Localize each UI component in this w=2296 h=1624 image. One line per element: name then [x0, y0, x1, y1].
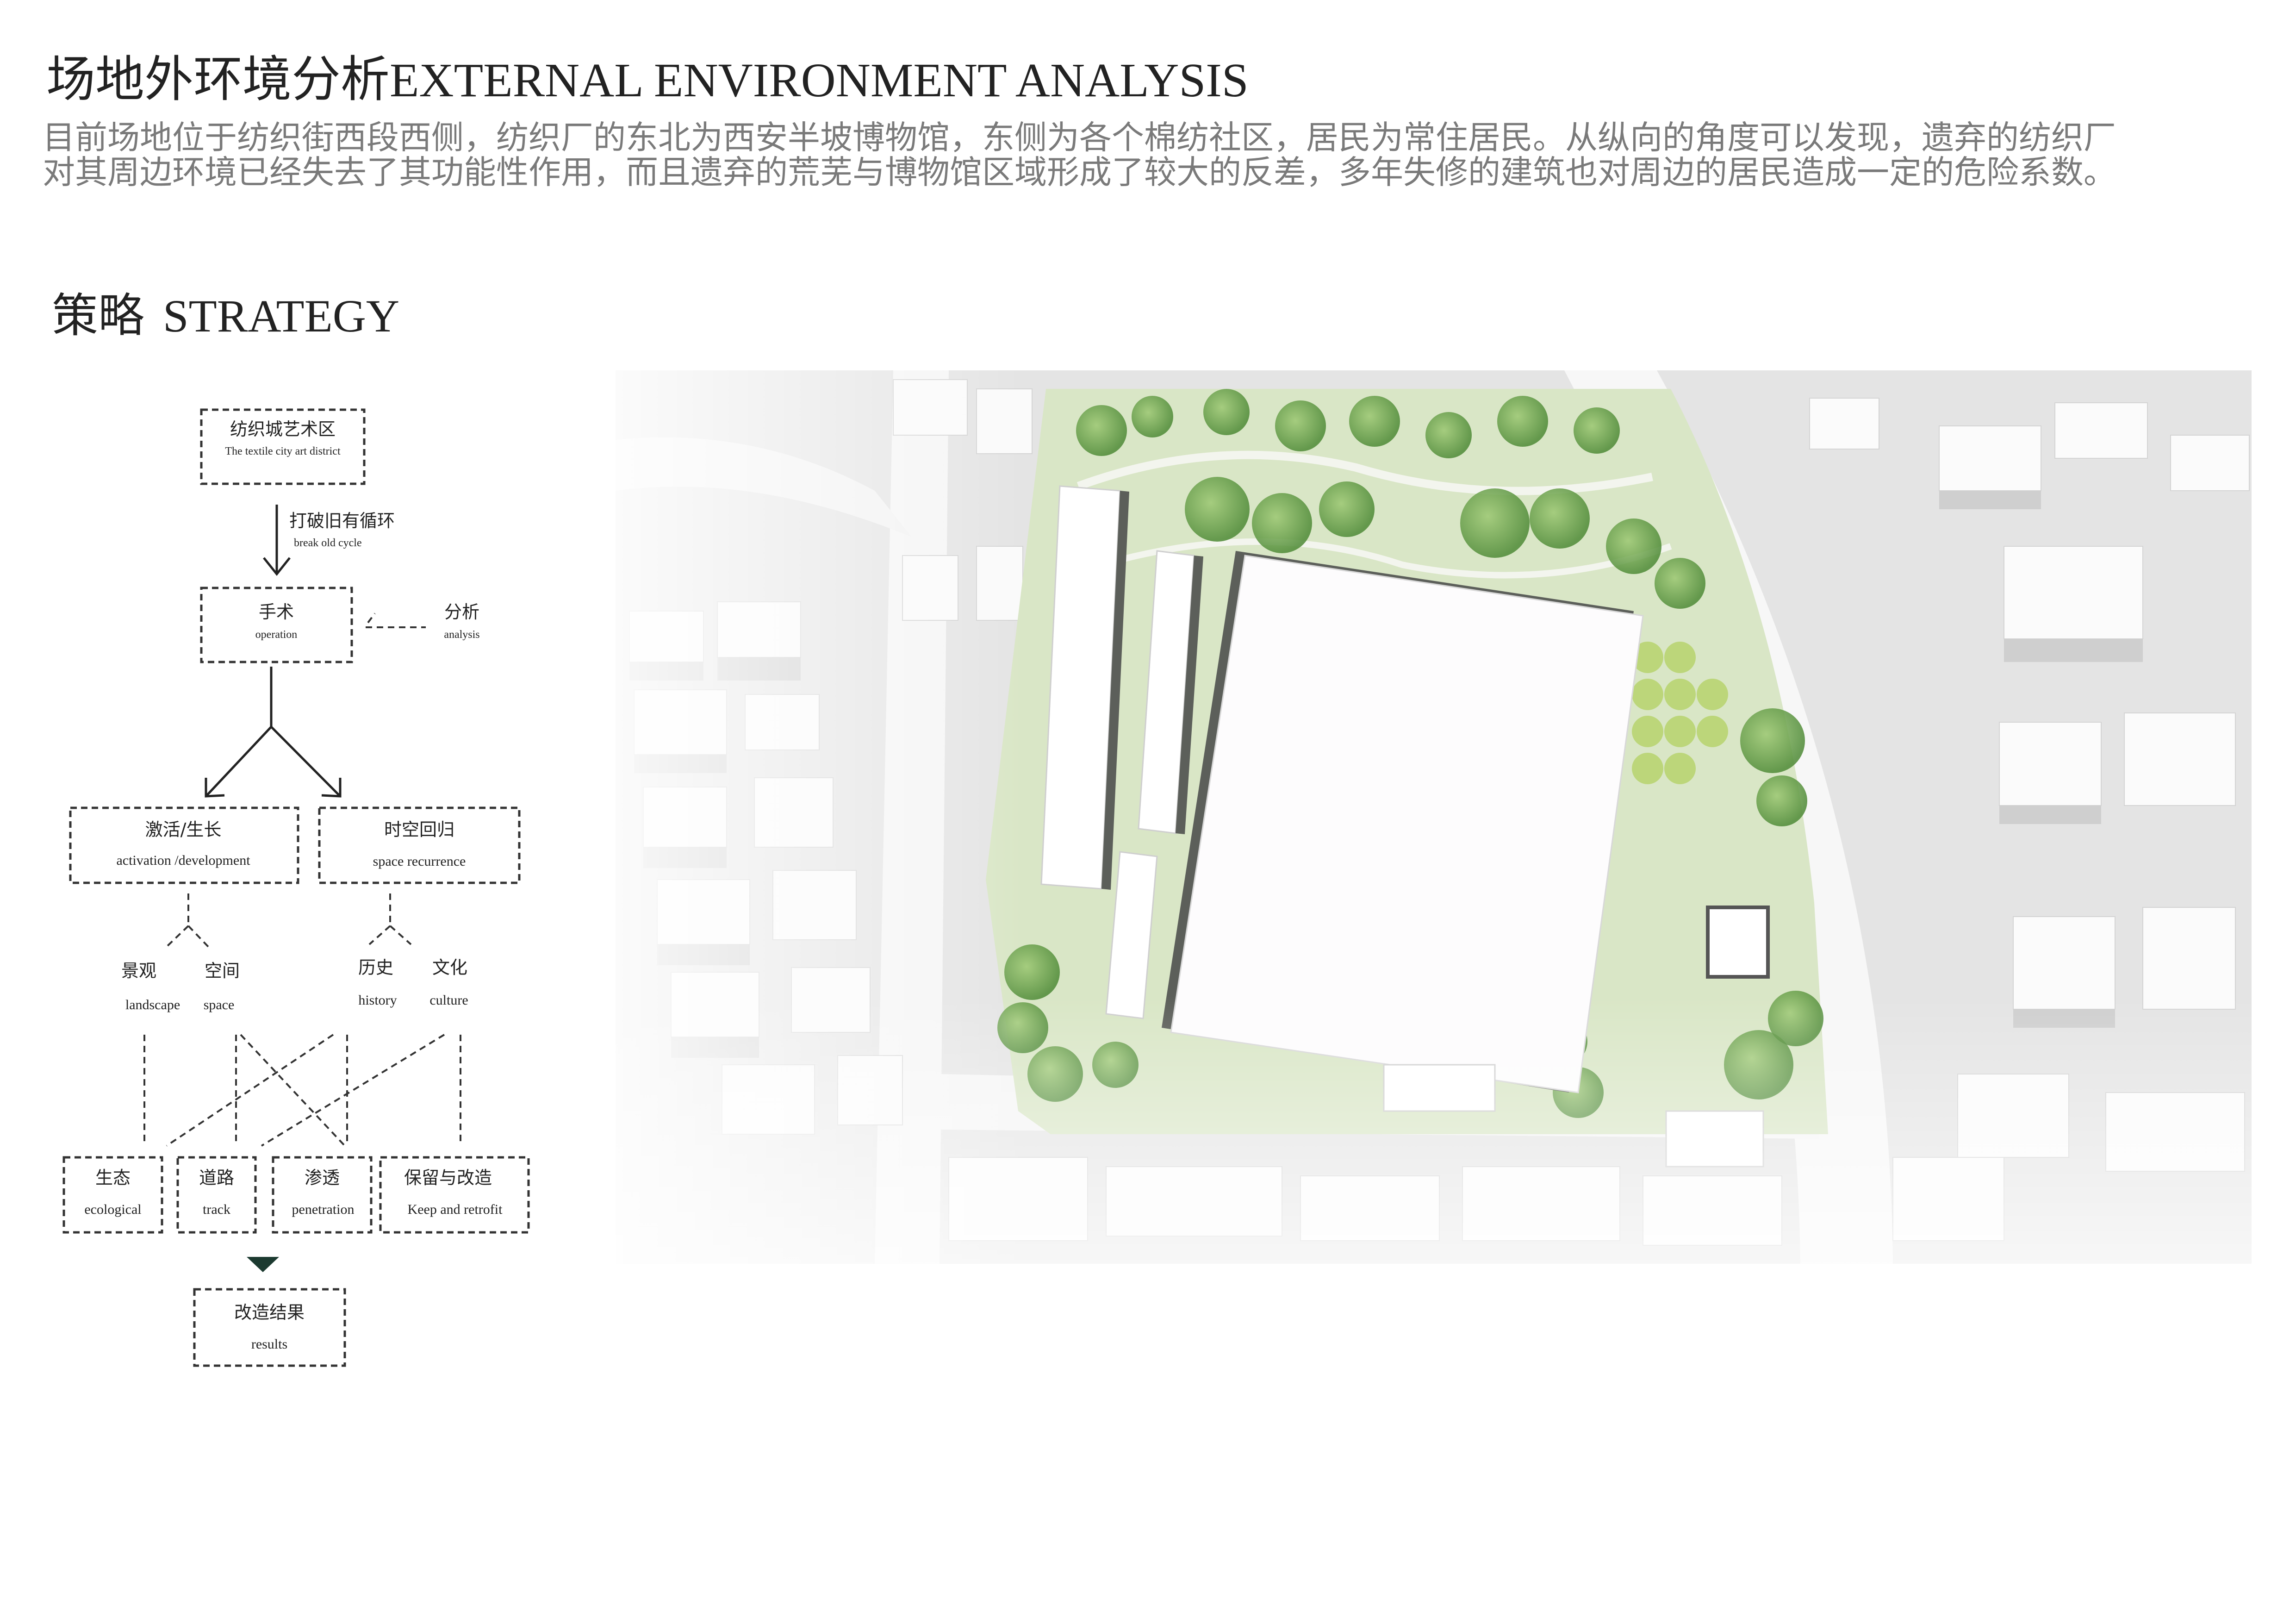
ecological-en: ecological: [84, 1202, 141, 1217]
analysis-tick: [367, 612, 376, 624]
split-right: [270, 726, 341, 797]
ecological-zh: 生态: [95, 1168, 131, 1188]
fade-bottom: [616, 370, 2252, 1264]
strategy-flowchart: 纺织城艺术区 The textile city art district 打破旧…: [62, 408, 530, 1367]
connector-7: [261, 1034, 445, 1147]
track-zh: 道路: [199, 1168, 234, 1188]
analysis-en: analysis: [444, 629, 479, 641]
branch-left-b: [187, 925, 209, 948]
activation-zh: 激活/生长: [145, 819, 222, 840]
culture-zh: 文化: [432, 957, 467, 978]
results-box: [193, 1288, 346, 1367]
branch-left-a: [166, 925, 189, 948]
recurrence-en: space recurrence: [373, 854, 466, 869]
activation-en: activation /development: [116, 853, 250, 868]
down-triangle-icon: [247, 1257, 279, 1272]
landscape-en: landscape: [125, 997, 180, 1012]
landscape-zh: 景观: [121, 961, 156, 981]
branch-right-a: [368, 925, 391, 945]
retrofit-en: Keep and retrofit: [408, 1202, 503, 1217]
break-cycle-en: break old cycle: [294, 537, 362, 549]
culture-en: culture: [429, 993, 468, 1008]
history-en: history: [358, 993, 397, 1008]
operation-zh: 手术: [259, 602, 294, 622]
district-en: The textile city art district: [225, 445, 341, 457]
district-zh: 纺织城艺术区: [230, 419, 336, 439]
analysis-zh: 分析: [444, 602, 479, 622]
space-zh: 空间: [205, 961, 240, 981]
split-left: [205, 726, 272, 797]
branch-right-b: [389, 925, 412, 945]
connector-6: [166, 1034, 334, 1147]
retrofit-zh: 保留与改造: [404, 1168, 492, 1188]
operation-en: operation: [255, 629, 298, 641]
penetration-en: penetration: [292, 1202, 355, 1217]
connector-5: [240, 1034, 346, 1147]
history-zh: 历史: [358, 957, 393, 978]
site-plan-map: [616, 370, 2252, 1264]
results-zh: 改造结果: [234, 1302, 305, 1323]
results-en: results: [251, 1337, 287, 1352]
break-cycle-zh: 打破旧有循环: [289, 511, 395, 531]
space-en: space: [204, 997, 235, 1012]
operation-box: [200, 587, 353, 663]
track-en: track: [203, 1202, 230, 1217]
penetration-zh: 渗透: [305, 1168, 340, 1188]
recurrence-zh: 时空回归: [384, 819, 454, 840]
